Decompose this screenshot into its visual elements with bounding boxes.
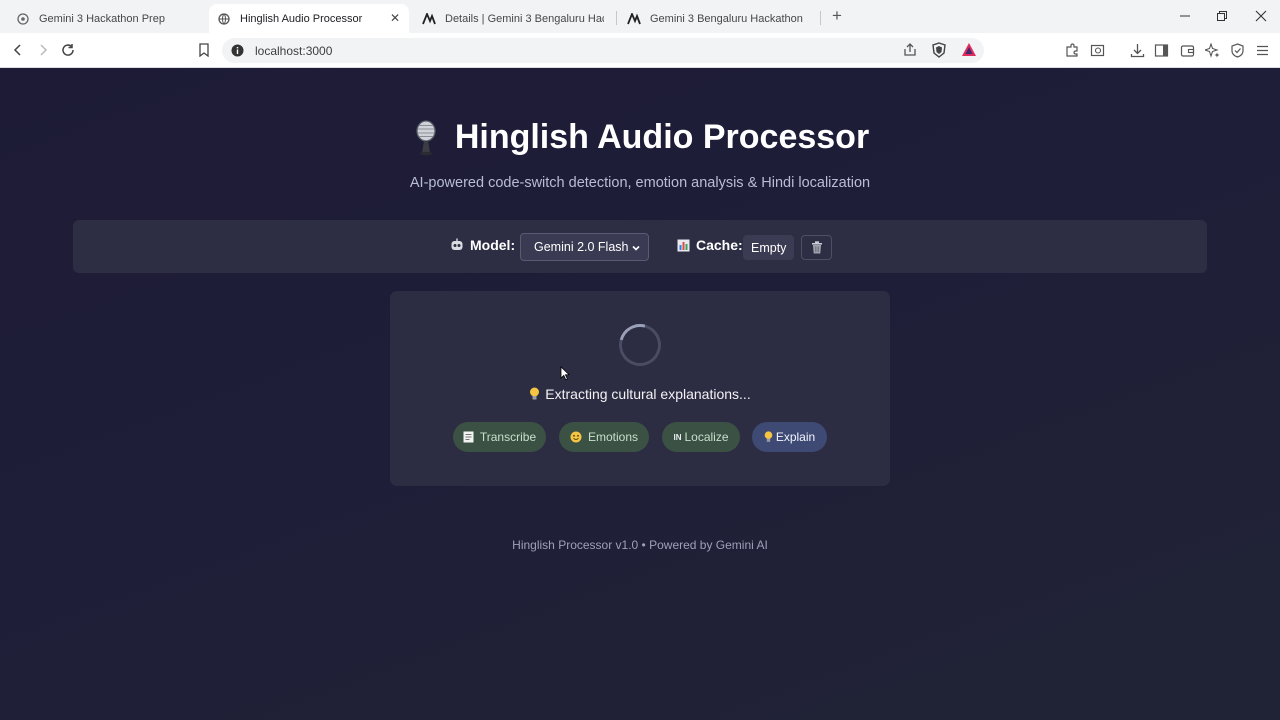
- page-footer: Hinglish Processor v1.0 • Powered by Gem…: [512, 538, 768, 552]
- step-label: Emotions: [587, 430, 639, 444]
- screenshot-icon[interactable]: [1089, 42, 1105, 58]
- chevron-down-icon: [631, 242, 641, 256]
- new-tab-icon[interactable]: +: [829, 7, 845, 24]
- tab-separator: [820, 11, 821, 25]
- mouse-cursor-icon: [560, 366, 570, 386]
- controls-panel: Model: Gemini 2.0 Flash Cache: Empty: [73, 220, 1207, 273]
- bookmark-icon[interactable]: [196, 42, 212, 58]
- app-page: Hinglish Audio Processor AI-powered code…: [0, 68, 1280, 720]
- tab-bengaluru-hackathon[interactable]: Gemini 3 Bengaluru Hackathon: [619, 4, 819, 33]
- bar-chart-icon: [677, 239, 690, 252]
- model-select[interactable]: Gemini 2.0 Flash: [520, 233, 649, 261]
- vpn-shield-icon[interactable]: [1229, 42, 1245, 58]
- model-select-value: Gemini 2.0 Flash: [534, 240, 629, 254]
- page-subtitle: AI-powered code-switch detection, emotio…: [409, 175, 871, 191]
- processing-status: Extracting cultural explanations...: [390, 386, 890, 402]
- tab-separator: [616, 11, 617, 25]
- page-title: Hinglish Audio Processor: [454, 118, 870, 156]
- forward-icon[interactable]: [35, 42, 51, 58]
- brave-shield-icon[interactable]: [932, 42, 946, 63]
- robot-icon: [450, 238, 464, 252]
- back-icon[interactable]: [10, 42, 26, 58]
- brave-rewards-icon[interactable]: [961, 42, 977, 62]
- close-window-icon[interactable]: [1254, 9, 1268, 23]
- in-letters-icon: IN: [673, 432, 682, 442]
- download-icon[interactable]: [1129, 42, 1145, 58]
- microphone-icon: [411, 119, 441, 156]
- trash-icon: [811, 241, 823, 254]
- reload-icon[interactable]: [60, 42, 76, 58]
- step-label: Transcribe: [479, 430, 537, 444]
- step-emotions: Emotions: [559, 422, 649, 452]
- tab-title: Gemini 3 Bengaluru Hackathon: [650, 12, 803, 25]
- extensions-icon[interactable]: [1064, 42, 1080, 58]
- processing-status-text: Extracting cultural explanations...: [545, 386, 751, 402]
- page-header: Hinglish Audio Processor: [0, 118, 1280, 161]
- cache-control: Cache:: [677, 237, 743, 253]
- cache-status-badge: Empty: [743, 235, 795, 260]
- lightbulb-icon: [764, 431, 773, 443]
- step-explain: Explain: [752, 422, 827, 452]
- tab-details-hackathon[interactable]: Details | Gemini 3 Bengaluru Hackathon: [414, 4, 612, 33]
- model-control: Model:: [450, 237, 515, 253]
- minimize-icon[interactable]: [1178, 9, 1192, 23]
- globe-icon: [217, 12, 231, 26]
- sidebar-icon[interactable]: [1153, 42, 1169, 58]
- tab-title: Details | Gemini 3 Bengaluru Hackathon: [445, 12, 604, 25]
- globe-icon: [16, 12, 30, 26]
- address-bar[interactable]: localhost:3000: [222, 38, 984, 63]
- step-label: Localize: [684, 430, 729, 444]
- tab-title: Hinglish Audio Processor: [240, 12, 363, 25]
- memo-icon: [463, 431, 474, 443]
- tab-title: Gemini 3 Hackathon Prep: [39, 12, 165, 25]
- devpost-icon: [627, 12, 641, 26]
- clear-cache-button[interactable]: [801, 235, 832, 260]
- close-tab-icon[interactable]: ✕: [389, 12, 401, 24]
- lightbulb-icon: [529, 387, 540, 401]
- smiley-icon: [570, 431, 582, 443]
- wallet-icon[interactable]: [1179, 42, 1195, 58]
- processing-card: Extracting cultural explanations... Tran…: [390, 291, 890, 486]
- step-transcribe: Transcribe: [453, 422, 546, 452]
- devpost-icon: [422, 12, 436, 26]
- url-text: localhost:3000: [255, 44, 333, 58]
- menu-icon[interactable]: [1254, 42, 1270, 58]
- site-info-icon[interactable]: [231, 44, 244, 62]
- step-label: Explain: [775, 430, 816, 444]
- restore-icon[interactable]: [1215, 9, 1229, 23]
- page-title-wrap: Hinglish Audio Processor: [411, 118, 869, 157]
- cache-label: Cache:: [696, 237, 743, 253]
- loading-spinner: [611, 316, 669, 374]
- browser-toolbar: localhost:3000: [0, 33, 1280, 68]
- step-localize: IN Localize: [662, 422, 740, 452]
- leo-ai-icon[interactable]: [1204, 42, 1220, 58]
- tab-hinglish-audio-processor[interactable]: Hinglish Audio Processor ✕: [209, 4, 409, 33]
- share-icon[interactable]: [903, 43, 917, 62]
- browser-tab-bar: Gemini 3 Hackathon Prep Hinglish Audio P…: [0, 0, 1280, 33]
- tab-hackathon-prep[interactable]: Gemini 3 Hackathon Prep: [8, 4, 208, 33]
- model-label: Model:: [470, 237, 516, 253]
